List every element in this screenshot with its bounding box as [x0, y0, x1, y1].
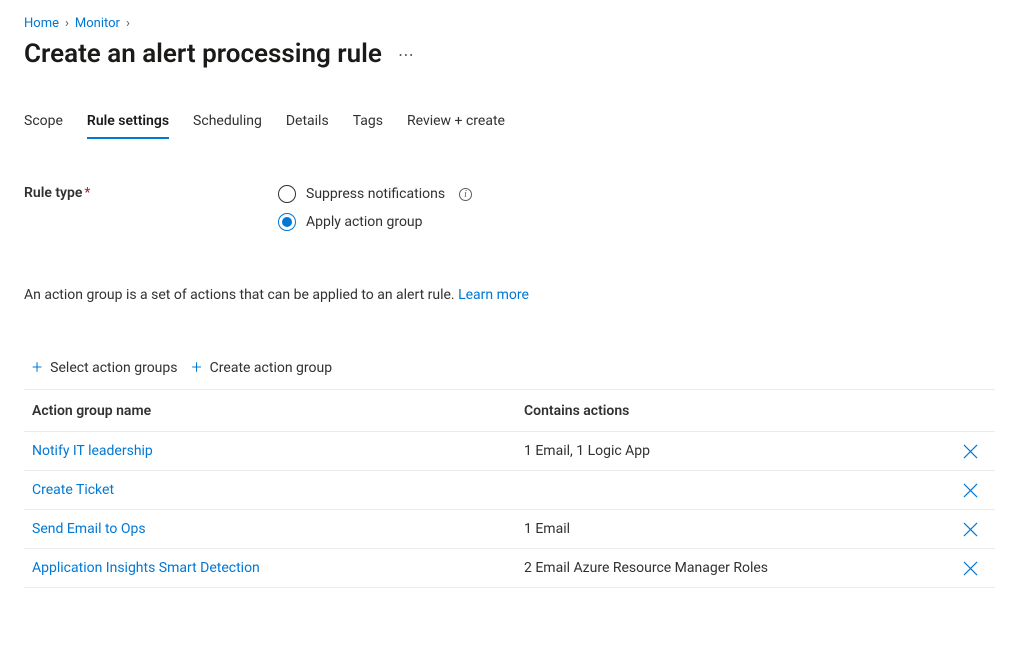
- remove-row-button[interactable]: [958, 517, 982, 541]
- rule-type-label: Rule type*: [24, 185, 278, 231]
- plus-icon: +: [192, 359, 202, 377]
- rule-type-radio-group: Suppress notifications i Apply action gr…: [278, 185, 472, 231]
- contains-actions-cell: 1 Email, 1 Logic App: [524, 443, 953, 459]
- create-action-group-label: Create action group: [210, 360, 332, 376]
- required-indicator: *: [84, 185, 90, 201]
- breadcrumb-monitor[interactable]: Monitor: [75, 16, 120, 31]
- action-group-buttons: + Select action groups + Create action g…: [24, 359, 995, 377]
- select-action-groups-button[interactable]: + Select action groups: [32, 359, 178, 377]
- table-row: Application Insights Smart Detection 2 E…: [24, 549, 995, 588]
- description-text: An action group is a set of actions that…: [24, 287, 455, 303]
- table-row: Create Ticket: [24, 471, 995, 510]
- close-icon: [963, 483, 978, 498]
- table-row: Notify IT leadership 1 Email, 1 Logic Ap…: [24, 432, 995, 471]
- radio-suppress-notifications[interactable]: Suppress notifications i: [278, 185, 472, 203]
- action-group-link[interactable]: Send Email to Ops: [32, 521, 524, 537]
- radio-apply-label: Apply action group: [306, 214, 423, 230]
- plus-icon: +: [32, 359, 42, 377]
- create-action-group-button[interactable]: + Create action group: [192, 359, 333, 377]
- action-group-link[interactable]: Create Ticket: [32, 482, 524, 498]
- remove-row-button[interactable]: [958, 478, 982, 502]
- page-title: Create an alert processing rule: [24, 39, 382, 69]
- close-icon: [963, 522, 978, 537]
- tabs: Scope Rule settings Scheduling Details T…: [24, 113, 995, 139]
- tab-tags[interactable]: Tags: [353, 113, 383, 139]
- chevron-right-icon: ›: [126, 16, 130, 31]
- select-action-groups-label: Select action groups: [50, 360, 177, 376]
- action-group-link[interactable]: Notify IT leadership: [32, 443, 524, 459]
- tab-scope[interactable]: Scope: [24, 113, 63, 139]
- action-group-link[interactable]: Application Insights Smart Detection: [32, 560, 524, 576]
- close-icon: [963, 561, 978, 576]
- radio-icon: [278, 213, 296, 231]
- remove-row-button[interactable]: [958, 556, 982, 580]
- rule-type-section: Rule type* Suppress notifications i Appl…: [24, 185, 995, 231]
- tab-rule-settings[interactable]: Rule settings: [87, 113, 169, 139]
- tab-scheduling[interactable]: Scheduling: [193, 113, 262, 139]
- breadcrumb-home[interactable]: Home: [24, 16, 59, 31]
- radio-apply-action-group[interactable]: Apply action group: [278, 213, 472, 231]
- table-header: Action group name Contains actions: [24, 390, 995, 432]
- remove-row-button[interactable]: [958, 439, 982, 463]
- learn-more-link[interactable]: Learn more: [458, 287, 529, 303]
- radio-icon: [278, 185, 296, 203]
- header-action-group-name: Action group name: [32, 403, 524, 419]
- table-row: Send Email to Ops 1 Email: [24, 510, 995, 549]
- contains-actions-cell: 1 Email: [524, 521, 953, 537]
- title-row: Create an alert processing rule ⋯: [24, 39, 995, 69]
- tab-details[interactable]: Details: [286, 113, 329, 139]
- breadcrumb: Home › Monitor ›: [24, 12, 995, 31]
- radio-suppress-label: Suppress notifications: [306, 186, 445, 202]
- more-icon[interactable]: ⋯: [398, 45, 416, 64]
- action-groups-table: Action group name Contains actions Notif…: [24, 389, 995, 588]
- chevron-right-icon: ›: [65, 16, 69, 31]
- contains-actions-cell: 2 Email Azure Resource Manager Roles: [524, 560, 953, 576]
- tab-review-create[interactable]: Review + create: [407, 113, 505, 139]
- header-contains-actions: Contains actions: [524, 403, 953, 419]
- info-icon[interactable]: i: [459, 188, 472, 201]
- close-icon: [963, 444, 978, 459]
- rule-type-label-text: Rule type: [24, 185, 82, 201]
- action-group-description: An action group is a set of actions that…: [24, 287, 995, 303]
